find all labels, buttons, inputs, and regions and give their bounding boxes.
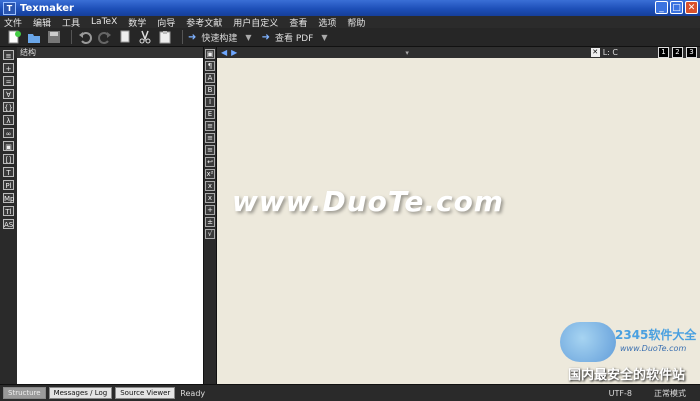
brackets-icon[interactable]: []	[3, 154, 14, 164]
subscript-icon[interactable]: x	[205, 181, 215, 191]
close-document-icon[interactable]: ✕	[590, 48, 600, 57]
label-icon[interactable]: A	[205, 73, 215, 83]
menu-wizard[interactable]: 向导	[157, 16, 175, 29]
mascot-icon	[560, 322, 616, 362]
quick-build-label: 快速构建	[201, 33, 238, 44]
view-3-button[interactable]: 3	[686, 47, 697, 58]
menu-user[interactable]: 用户自定义	[233, 16, 278, 29]
menu-bar: 文件 编辑 工具 LaTeX 数学 向导 参考文献 用户自定义 查看 选项 帮助	[0, 16, 700, 29]
quick-build-button[interactable]: ➜ 快速构建 ▼	[188, 31, 252, 44]
favorites-icon[interactable]: ▣	[3, 141, 14, 151]
structure-panel-icon[interactable]: ≡	[3, 50, 14, 60]
emphasis-icon[interactable]: E	[205, 109, 215, 119]
menu-latex[interactable]: LaTeX	[91, 17, 117, 27]
open-file-icon[interactable]	[26, 30, 42, 45]
align-center-icon[interactable]: ≡	[205, 133, 215, 143]
editor-mode-label: 正常模式	[654, 388, 686, 398]
paste-icon[interactable]	[157, 30, 173, 45]
menu-file[interactable]: 文件	[4, 16, 22, 29]
cursor-position-label: L: C	[602, 48, 618, 57]
copy-icon[interactable]	[117, 30, 133, 45]
asymptote-icon[interactable]: AS	[3, 219, 14, 229]
plus-minus-icon[interactable]: ±	[205, 217, 215, 227]
greek-letters-icon[interactable]: λ	[3, 115, 14, 125]
tab-structure[interactable]: Structure	[3, 387, 46, 399]
window-controls: _ □ ✕	[655, 1, 698, 14]
menu-edit[interactable]: 编辑	[33, 16, 51, 29]
chevron-down-icon[interactable]: ▼	[245, 33, 251, 42]
redo-icon[interactable]	[97, 30, 113, 45]
tab-source-viewer[interactable]: Source Viewer	[115, 387, 176, 399]
most-used-icon[interactable]: ∞	[3, 128, 14, 138]
superscript-icon[interactable]: x²	[205, 169, 215, 179]
format-strip: ▣ ¶ A B I E ≡ ≡ ≡ ↩ x² x x + ± √	[203, 47, 217, 384]
menu-tools[interactable]: 工具	[62, 16, 80, 29]
menu-view[interactable]: 查看	[289, 16, 307, 29]
bold-icon[interactable]: B	[205, 85, 215, 95]
chevron-down-icon[interactable]: ▼	[321, 33, 327, 42]
new-file-icon[interactable]	[6, 30, 22, 45]
save-icon[interactable]	[46, 30, 62, 45]
next-document-icon[interactable]: ▶	[231, 48, 237, 57]
menu-help[interactable]: 帮助	[347, 16, 365, 29]
run-arrow-icon: ➜	[188, 31, 197, 43]
structure-title: 结构	[20, 48, 36, 57]
tab-messages-log[interactable]: Messages / Log	[48, 387, 113, 399]
new-line-icon[interactable]: ↩	[205, 157, 215, 167]
metapost-icon[interactable]: Mp	[3, 193, 14, 203]
view-1-button[interactable]: 1	[658, 47, 669, 58]
watermark-text: www.DuoTe.com	[232, 185, 504, 218]
align-left-icon[interactable]: ≡	[205, 121, 215, 131]
logo-slogan: 国内最安全的软件站	[568, 368, 686, 383]
align-right-icon[interactable]: ≡	[205, 145, 215, 155]
status-ready: Ready	[180, 388, 206, 398]
italic-icon[interactable]: I	[205, 97, 215, 107]
structure-tree[interactable]	[17, 58, 203, 384]
menu-bibliography[interactable]: 参考文献	[186, 16, 222, 29]
title-bar: T Texmaker _ □ ✕	[0, 0, 700, 16]
cut-icon[interactable]	[137, 30, 153, 45]
sqrt-icon[interactable]: √	[205, 229, 215, 239]
undo-icon[interactable]	[77, 30, 93, 45]
app-icon: T	[3, 1, 16, 15]
misc-symbols-icon[interactable]: ∀	[3, 89, 14, 99]
encoding-label: UTF-8	[608, 388, 632, 398]
part-icon[interactable]: ▣	[205, 49, 215, 59]
previous-document-icon[interactable]: ◀	[221, 48, 227, 57]
view-2-button[interactable]: 2	[672, 47, 683, 58]
window-title: Texmaker	[20, 2, 74, 14]
paragraph-icon[interactable]: ¶	[205, 61, 215, 71]
logo-url: www.DuoTe.com	[620, 344, 687, 353]
view-pdf-button[interactable]: ➜ 查看 PDF ▼	[262, 31, 328, 44]
pstricks-icon[interactable]: Pl	[3, 180, 14, 190]
relation-symbols-icon[interactable]: +	[3, 63, 14, 73]
tikz-icon[interactable]: Tl	[3, 206, 14, 216]
chevron-down-icon[interactable]: ▾	[405, 49, 409, 57]
toolbar-separator	[71, 30, 72, 44]
toolbar-separator	[182, 30, 183, 44]
left-symbol-strip: ≡ + = ∀ {} λ ∞ ▣ [] T Pl Mp Tl AS	[0, 47, 18, 384]
plus-icon[interactable]: +	[205, 205, 215, 215]
text-icon[interactable]: T	[3, 167, 14, 177]
logo: 2345软件大全 www.DuoTe.com 国内最安全的软件站	[560, 322, 698, 383]
minimize-button[interactable]: _	[655, 1, 668, 14]
toolbar: ➜ 快速构建 ▼ ➜ 查看 PDF ▼	[0, 28, 700, 47]
logo-brand: 2345软件大全	[615, 328, 697, 342]
fraction-icon[interactable]: x	[205, 193, 215, 203]
run-arrow-icon: ➜	[261, 31, 270, 43]
arrow-symbols-icon[interactable]: =	[3, 76, 14, 86]
close-button[interactable]: ✕	[685, 1, 698, 14]
delimiters-icon[interactable]: {}	[3, 102, 14, 112]
menu-options[interactable]: 选项	[318, 16, 336, 29]
maximize-button[interactable]: □	[670, 1, 683, 14]
status-bar: Structure Messages / Log Source Viewer R…	[0, 384, 700, 401]
menu-math[interactable]: 数学	[128, 16, 146, 29]
view-pdf-label: 查看 PDF	[274, 33, 314, 44]
